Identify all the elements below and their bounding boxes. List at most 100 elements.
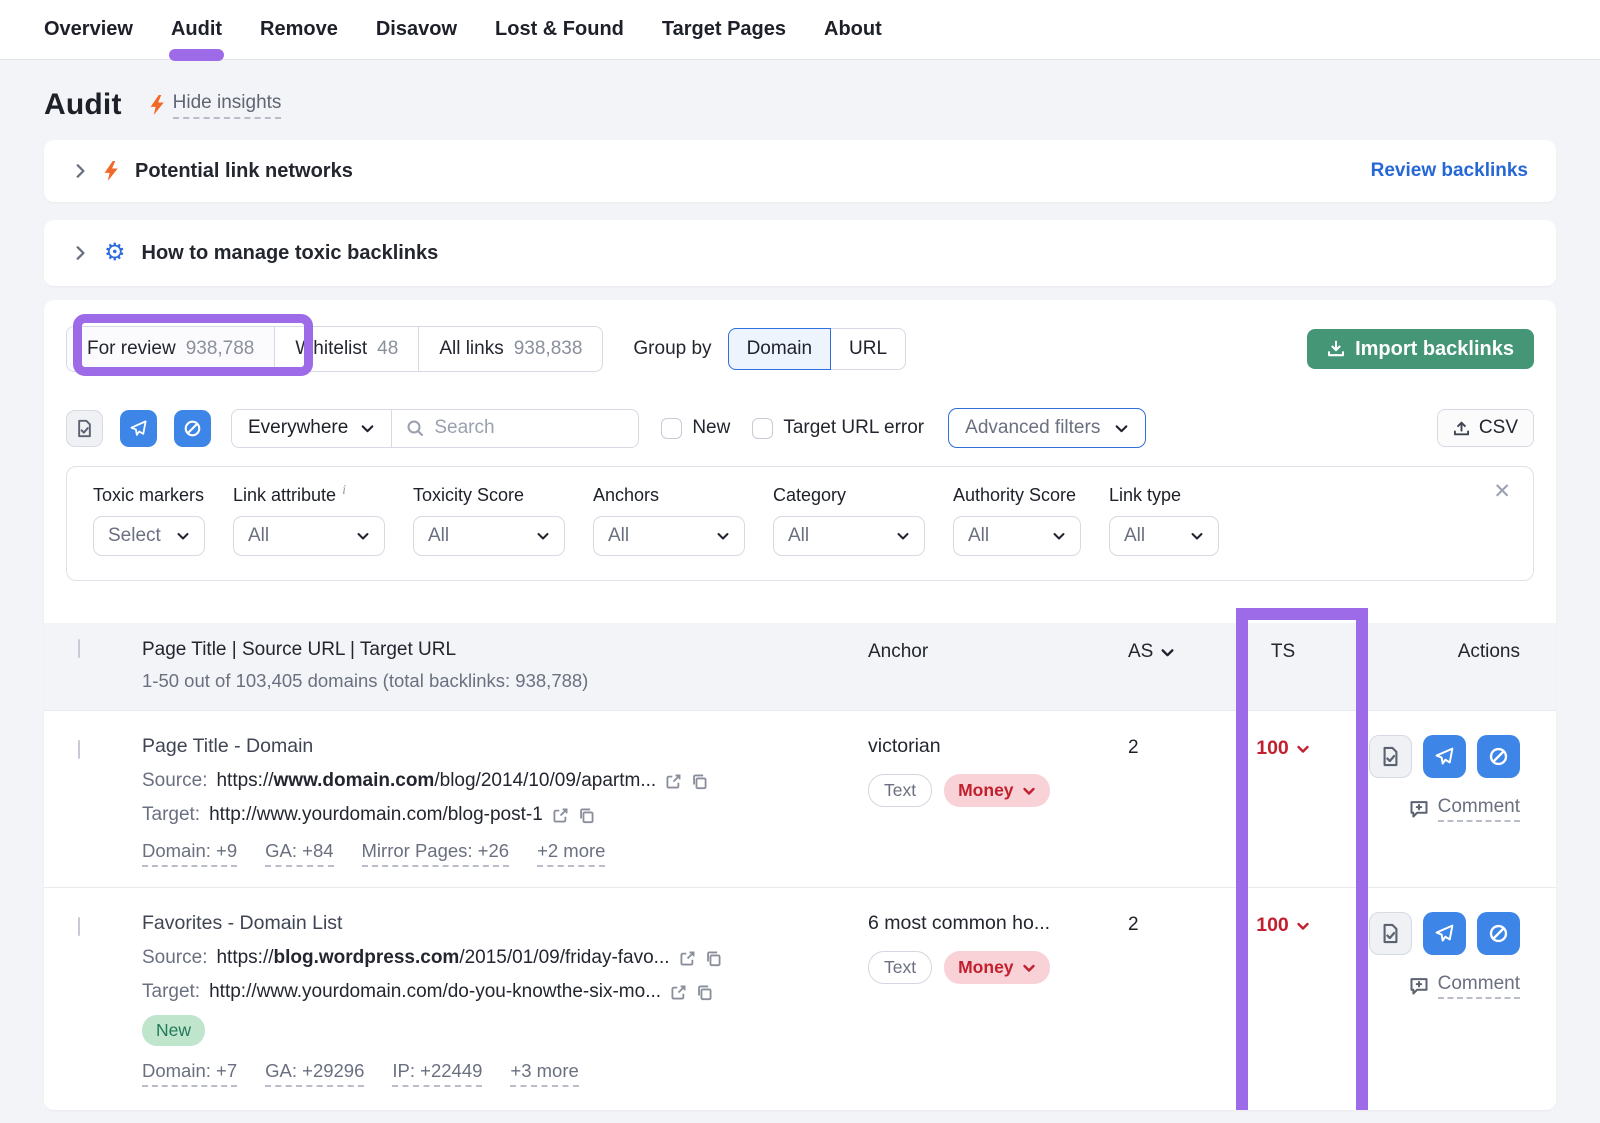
group-by-domain-button[interactable]: Domain	[728, 328, 831, 370]
lightning-icon	[150, 95, 165, 115]
move-to-remove-list-button[interactable]	[1423, 912, 1466, 955]
comment-button[interactable]: Comment	[1409, 973, 1520, 999]
move-to-whitelist-button[interactable]	[1369, 735, 1412, 778]
toxic-marker[interactable]: IP: +22449	[392, 1060, 482, 1087]
checkbox[interactable]	[752, 418, 773, 439]
select-all-checkbox[interactable]	[78, 639, 80, 658]
info-icon[interactable]: i	[342, 483, 346, 499]
row-checkbox[interactable]	[78, 740, 80, 759]
new-filter-checkbox[interactable]: New	[661, 417, 730, 439]
copy-icon[interactable]	[696, 984, 713, 1001]
nav-tab-overview[interactable]: Overview	[44, 18, 133, 41]
move-to-remove-list-button[interactable]	[1423, 735, 1466, 778]
target-url-error-checkbox[interactable]: Target URL error	[752, 417, 924, 439]
comment-button[interactable]: Comment	[1409, 796, 1520, 822]
row-page-title: Page Title - Domain	[112, 735, 868, 758]
chevron-down-icon	[1296, 742, 1310, 756]
export-csv-label: CSV	[1479, 417, 1518, 439]
chevron-right-icon[interactable]	[72, 163, 88, 179]
link-attribute-select[interactable]: All	[233, 516, 385, 556]
advanced-filters-button[interactable]: Advanced filters	[948, 408, 1146, 448]
close-filters-icon[interactable]: ✕	[1493, 479, 1511, 504]
money-anchor-badge[interactable]: Money	[944, 951, 1049, 984]
review-backlinks-link[interactable]: Review backlinks	[1371, 160, 1528, 182]
toxic-marker[interactable]: Domain: +7	[142, 1060, 237, 1087]
move-to-whitelist-button[interactable]	[1369, 912, 1412, 955]
move-to-disavow-list-button[interactable]	[1477, 735, 1520, 778]
target-url: http://www.yourdomain.com/blog-post-1	[209, 804, 543, 826]
copy-icon[interactable]	[578, 807, 595, 824]
copy-icon[interactable]	[691, 773, 708, 790]
nav-tab-target-pages[interactable]: Target Pages	[662, 18, 786, 41]
filter-label: Category	[773, 485, 846, 506]
nav-tab-remove[interactable]: Remove	[260, 18, 338, 41]
group-by-url-button[interactable]: URL	[831, 328, 906, 370]
source-url: https://blog.wordpress.com/2015/01/09/fr…	[216, 947, 669, 969]
column-header-as-sort[interactable]: AS	[1128, 639, 1208, 663]
filter-authority-score: Authority Score All	[953, 485, 1081, 556]
hide-insights-toggle[interactable]: Hide insights	[150, 92, 282, 119]
tab-whitelist[interactable]: Whitelist 48	[274, 327, 418, 371]
external-link-icon[interactable]	[552, 807, 569, 824]
row-actions: Comment	[1358, 912, 1534, 999]
filter-toxic-markers: Toxic markers Select	[93, 485, 205, 556]
more-markers-link[interactable]: +2 more	[537, 840, 605, 867]
row-checkbox[interactable]	[78, 917, 80, 936]
as-label: AS	[1128, 641, 1153, 663]
lightning-icon	[104, 161, 119, 181]
chevron-down-icon	[176, 529, 190, 543]
external-link-icon[interactable]	[665, 773, 682, 790]
move-to-disavow-list-button[interactable]	[174, 410, 211, 447]
nav-tab-lost-found[interactable]: Lost & Found	[495, 18, 624, 41]
move-to-disavow-list-button[interactable]	[1477, 912, 1520, 955]
toxic-marker[interactable]: Domain: +9	[142, 840, 237, 867]
paper-plane-icon	[129, 419, 148, 438]
tab-all-links[interactable]: All links 938,838	[418, 327, 602, 371]
move-to-whitelist-button[interactable]	[66, 410, 103, 447]
export-csv-button[interactable]: CSV	[1437, 409, 1534, 447]
target-url-error-label: Target URL error	[783, 417, 924, 439]
external-link-icon[interactable]	[679, 950, 696, 967]
import-backlinks-button[interactable]: Import backlinks	[1307, 329, 1534, 369]
toxicity-score-value[interactable]: 100	[1208, 735, 1358, 760]
link-type-select[interactable]: All	[1109, 516, 1219, 556]
panel-potential-link-networks: Potential link networks Review backlinks	[44, 140, 1556, 202]
advanced-filters-panel: Toxic markers Select Link attributei All…	[66, 466, 1534, 581]
external-link-icon[interactable]	[670, 984, 687, 1001]
chevron-down-icon	[1296, 919, 1310, 933]
copy-icon[interactable]	[705, 950, 722, 967]
more-markers-link[interactable]: +3 more	[510, 1060, 578, 1087]
anchors-select[interactable]: All	[593, 516, 745, 556]
toxicity-score-select[interactable]: All	[413, 516, 565, 556]
search-scope-dropdown[interactable]: Everywhere	[232, 410, 392, 447]
tab-label: For review	[87, 338, 176, 360]
toxic-marker[interactable]: GA: +84	[265, 840, 333, 867]
anchor-text: 6 most common ho...	[868, 912, 1128, 935]
filter-label: Toxicity Score	[413, 485, 524, 506]
money-anchor-badge[interactable]: Money	[944, 774, 1049, 807]
comment-plus-icon	[1409, 799, 1429, 819]
target-label: Target:	[142, 981, 200, 1003]
filter-category: Category All	[773, 485, 925, 556]
money-label: Money	[958, 780, 1013, 801]
authority-score-value: 2	[1128, 735, 1208, 759]
toxic-markers-select[interactable]: Select	[93, 516, 205, 556]
move-to-remove-list-button[interactable]	[120, 410, 157, 447]
chevron-right-icon[interactable]	[72, 245, 88, 261]
authority-score-select[interactable]: All	[953, 516, 1081, 556]
checkbox[interactable]	[661, 418, 682, 439]
tab-for-review[interactable]: For review 938,788	[67, 327, 274, 371]
column-header-actions: Actions	[1358, 639, 1534, 663]
row-page-title: Favorites - Domain List	[112, 912, 868, 935]
category-select[interactable]: All	[773, 516, 925, 556]
nav-tab-disavow[interactable]: Disavow	[376, 18, 457, 41]
filter-value: All	[608, 525, 629, 547]
toxic-marker[interactable]: Mirror Pages: +26	[362, 840, 510, 867]
nav-tab-about[interactable]: About	[824, 18, 882, 41]
search-input[interactable]	[434, 417, 624, 439]
toxicity-score-value[interactable]: 100	[1208, 912, 1358, 937]
source-url-line: Source: https://blog.wordpress.com/2015/…	[112, 947, 868, 969]
document-check-icon	[1380, 923, 1401, 944]
nav-tab-audit[interactable]: Audit	[171, 18, 222, 41]
toxic-marker[interactable]: GA: +29296	[265, 1060, 364, 1087]
